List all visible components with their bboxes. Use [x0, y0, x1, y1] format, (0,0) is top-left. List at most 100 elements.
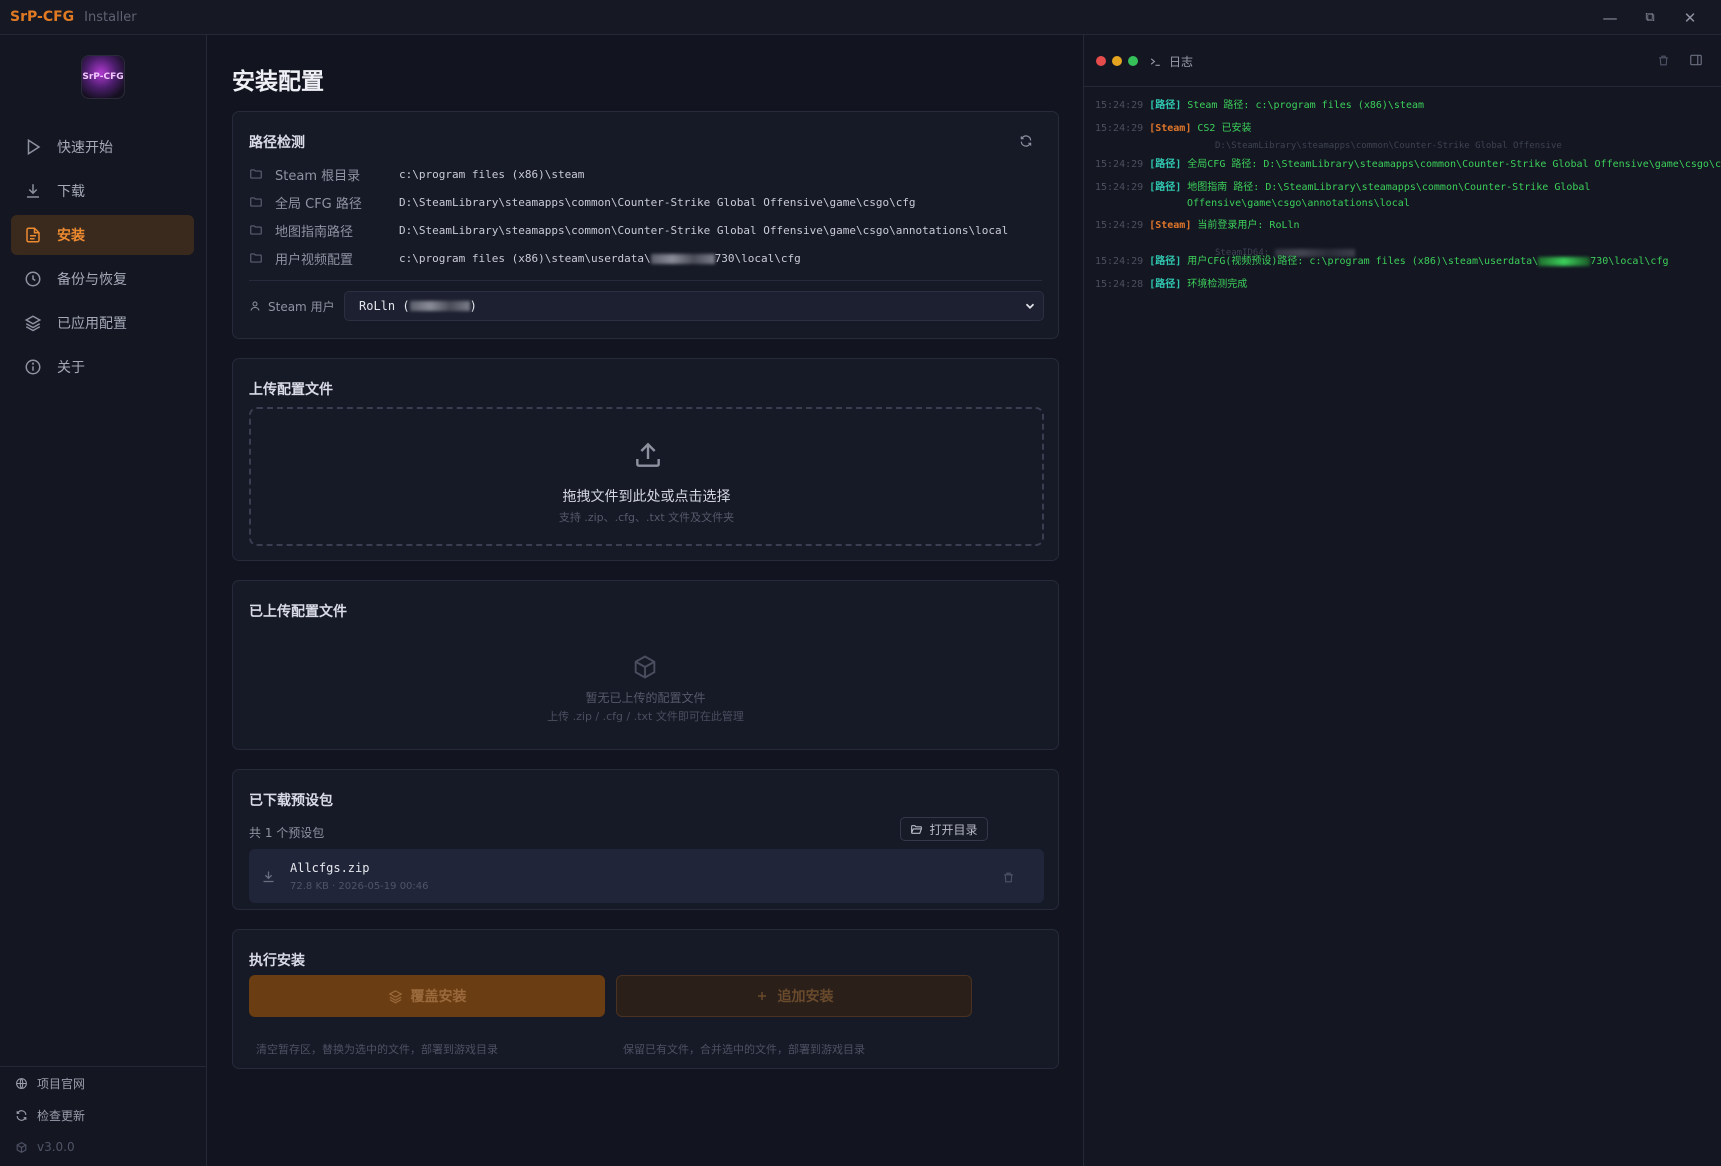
website-link[interactable]: 项目官网 — [14, 1075, 85, 1092]
log-panel: 日志 15:24:29 [路径] Steam 路径: c:\program fi… — [1083, 35, 1721, 1166]
layers-icon — [388, 989, 403, 1004]
version-info: v3.0.0 — [14, 1140, 75, 1154]
sidebar-footer — [0, 1066, 207, 1067]
yellow-dot-icon — [1112, 56, 1122, 66]
redacted-id — [1538, 256, 1591, 266]
path-label: 全局 CFG 路径 — [275, 196, 362, 212]
trash-icon — [1658, 55, 1668, 65]
empty-state-text: 暂无已上传的配置文件 — [585, 691, 706, 705]
close-icon: ✕ — [1683, 8, 1697, 27]
add-install-label: 追加安装 — [777, 989, 834, 1005]
upload-icon — [632, 439, 664, 471]
folder-open-icon — [910, 823, 923, 836]
add-install-button[interactable]: 追加安装 — [616, 975, 972, 1017]
log-line: 15:24:29 [Steam] CS2 已安装 — [1095, 123, 1252, 134]
folder-icon — [249, 167, 263, 181]
check-update-label: 检查更新 — [37, 1109, 86, 1123]
sidebar-item-about[interactable]: 关于 — [11, 347, 194, 387]
app-brand: SrP-CFG — [10, 9, 75, 25]
version-label: v3.0.0 — [37, 1140, 75, 1154]
path-label: 用户视频配置 — [275, 252, 354, 268]
redacted-id — [650, 253, 715, 264]
download-icon — [23, 181, 43, 201]
log-toolbar: 日志 — [1084, 35, 1721, 87]
path-value: c:\program files (x86)\steam\userdata\ 73… — [399, 251, 801, 265]
steam-user-select[interactable]: RoLln () — [344, 291, 1044, 321]
preset-meta: 72.8 KB · 2026-05-19 00:46 — [290, 881, 429, 892]
red-dot-icon — [1096, 56, 1106, 66]
package-icon — [14, 1140, 28, 1154]
path-value: D:\SteamLibrary\steamapps\common\Counter… — [399, 223, 1009, 237]
path-row-user-video: 用户视频配置 c:\program files (x86)\steam\user… — [249, 248, 1039, 268]
upload-title: 上传配置文件 — [249, 382, 333, 398]
website-label: 项目官网 — [37, 1077, 86, 1091]
cover-install-label: 覆盖安装 — [410, 989, 467, 1005]
execute-title: 执行安装 — [249, 953, 305, 969]
path-row-steam-root: Steam 根目录 c:\program files (x86)\steam — [249, 164, 1039, 184]
preset-item[interactable]: Allcfgs.zip 72.8 KB · 2026-05-19 00:46 — [249, 849, 1044, 903]
refresh-icon — [1020, 135, 1032, 147]
title-bar: SrP-CFG Installer — ⧉ ✕ — [0, 0, 1721, 35]
log-line: 15:24:28 [路径] 环境检测完成 — [1095, 279, 1248, 290]
path-label: 地图指南路径 — [275, 224, 354, 240]
play-icon — [23, 137, 43, 157]
maximize-button[interactable]: ⧉ — [1630, 0, 1670, 35]
folder-icon — [249, 223, 263, 237]
close-button[interactable]: ✕ — [1670, 0, 1710, 35]
sidebar: SrP-CFG 快速开始 下载 安装 备份与恢复 已应用配置 关于 项目官网 检… — [0, 35, 207, 1166]
downloaded-presets-card: 已下载预设包 共 1 个预设包 打开目录 Allcfgs.zip 72.8 KB… — [232, 769, 1059, 910]
box-icon — [631, 653, 659, 681]
empty-state-hint: 上传 .zip / .cfg / .txt 文件即可在此管理 — [547, 710, 744, 723]
document-icon — [23, 225, 43, 245]
steam-user-label: Steam 用户 — [249, 298, 335, 315]
refresh-paths-button[interactable] — [1019, 133, 1035, 149]
minimize-button[interactable]: — — [1590, 0, 1630, 35]
clock-icon — [23, 269, 43, 289]
sidebar-item-install[interactable]: 安装 — [11, 215, 194, 255]
main-content: 安装配置 路径检测 Steam 根目录 c:\program files (x8… — [208, 35, 1083, 1166]
info-icon — [23, 357, 43, 377]
sidebar-item-applied[interactable]: 已应用配置 — [11, 303, 194, 343]
delete-preset-button[interactable] — [1002, 869, 1015, 883]
log-title: 日志 — [1149, 53, 1193, 70]
path-value: c:\program files (x86)\steam — [399, 167, 585, 181]
sidebar-item-label: 已应用配置 — [57, 316, 127, 332]
clear-log-button[interactable] — [1655, 52, 1671, 68]
check-update-link[interactable]: 检查更新 — [14, 1107, 85, 1124]
path-detection-card: 路径检测 Steam 根目录 c:\program files (x86)\st… — [232, 111, 1059, 339]
open-directory-button[interactable]: 打开目录 — [900, 817, 988, 841]
trash-icon — [1004, 872, 1013, 883]
path-value: D:\SteamLibrary\steamapps\common\Counter… — [399, 195, 916, 209]
dropzone-hint: 支持 .zip、.cfg、.txt 文件及文件夹 — [558, 511, 735, 524]
cover-install-hint: 清空暂存区，替换为选中的文件，部署到游戏目录 — [256, 1043, 498, 1056]
sidebar-item-backup[interactable]: 备份与恢复 — [11, 259, 194, 299]
add-install-hint: 保留已有文件，合并选中的文件，部署到游戏目录 — [623, 1043, 865, 1056]
log-line: 15:24:29 [路径] Steam 路径: c:\program files… — [1095, 100, 1425, 111]
dropzone-main-text: 拖拽文件到此处或点击选择 — [562, 489, 731, 505]
open-directory-label: 打开目录 — [929, 822, 978, 837]
log-subline: D:\SteamLibrary\steamapps\common\Counter… — [1215, 141, 1562, 151]
file-dropzone[interactable]: 拖拽文件到此处或点击选择 支持 .zip、.cfg、.txt 文件及文件夹 — [249, 407, 1044, 546]
log-line: 15:24:29 [路径] 全局CFG 路径: D:\SteamLibrary\… — [1095, 159, 1721, 170]
sidebar-item-label: 备份与恢复 — [57, 272, 127, 288]
app-logo: SrP-CFG — [81, 55, 125, 99]
app-subtitle: Installer — [84, 9, 137, 25]
sidebar-item-download[interactable]: 下载 — [11, 171, 194, 211]
folder-icon — [249, 251, 263, 265]
cover-install-button[interactable]: 覆盖安装 — [249, 975, 605, 1017]
redacted-id — [409, 301, 470, 311]
divider — [249, 280, 1042, 281]
log-line: 15:24:29 [路径] 用户CFG(视频预设)路径: c:\program … — [1095, 256, 1669, 267]
globe-icon — [14, 1077, 28, 1091]
plus-icon — [755, 989, 770, 1004]
collapse-panel-button[interactable] — [1688, 52, 1704, 68]
app-logo-text: SrP-CFG — [82, 72, 124, 82]
sidebar-item-quickstart[interactable]: 快速开始 — [11, 127, 194, 167]
sidebar-item-label: 关于 — [57, 360, 85, 376]
green-dot-icon — [1128, 56, 1138, 66]
sidebar-item-label: 快速开始 — [57, 140, 113, 156]
refresh-icon — [14, 1109, 28, 1123]
chevron-down-icon — [1023, 299, 1037, 313]
minimize-icon: — — [1602, 8, 1618, 27]
terminal-icon — [1149, 55, 1163, 69]
